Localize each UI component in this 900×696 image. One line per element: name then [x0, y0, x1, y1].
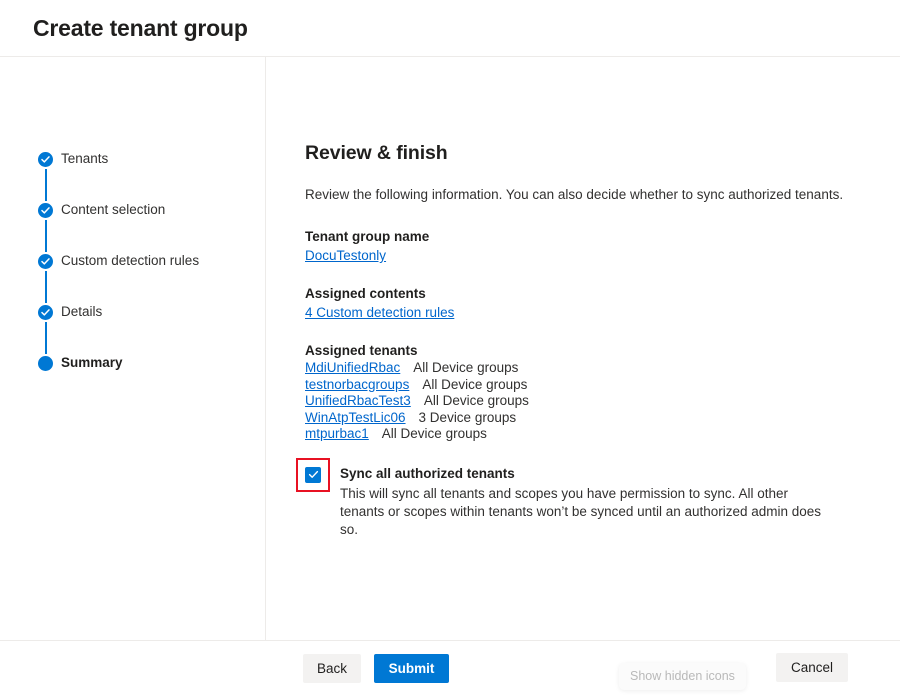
wizard-footer: Back Submit Cancel [0, 641, 900, 695]
tenant-list-item: UnifiedRbacTest3 All Device groups [305, 393, 900, 410]
stepper-label: Tenants [61, 151, 109, 166]
cancel-button[interactable]: Cancel [776, 653, 848, 682]
tenant-list-item: MdiUnifiedRbac All Device groups [305, 360, 900, 377]
tenant-scope: All Device groups [422, 376, 528, 392]
tenant-list-item: mtpurbac1 All Device groups [305, 426, 900, 443]
current-step-dot-icon [38, 356, 53, 371]
assigned-contents-link[interactable]: 4 Custom detection rules [305, 303, 454, 322]
show-hidden-icons-tooltip: Show hidden icons [619, 663, 746, 690]
content-intro: Review the following information. You ca… [305, 187, 844, 202]
field-label: Assigned contents [305, 286, 426, 301]
tenant-scope: All Device groups [423, 393, 529, 408]
stepper-connector [45, 322, 47, 354]
field-tenant-group-name: Tenant group name DocuTestonly [305, 227, 900, 265]
wizard-header: Create tenant group [0, 0, 900, 57]
tenant-list: MdiUnifiedRbac All Device groups testnorb… [305, 360, 900, 443]
tenant-name-link[interactable]: mtpurbac1 [305, 426, 369, 441]
field-label: Tenant group name [305, 229, 430, 244]
stepper-label: Summary [61, 355, 123, 370]
tenant-scope: All Device groups [381, 426, 487, 441]
check-circle-icon [38, 203, 53, 218]
tenant-scope: 3 Device groups [418, 409, 517, 425]
check-circle-icon [38, 152, 53, 167]
stepper-item-content-selection[interactable]: Content selection [0, 200, 265, 252]
submit-button[interactable]: Submit [374, 653, 449, 683]
tenant-scope: All Device groups [413, 360, 519, 375]
page-title: Create tenant group [33, 14, 248, 41]
tenant-group-name-link[interactable]: DocuTestonly [305, 246, 386, 265]
stepper-label: Details [61, 304, 103, 319]
sync-option-description: This will sync all tenants and scopes yo… [340, 485, 822, 537]
stepper-label: Custom detection rules [61, 253, 200, 268]
tenant-list-item: WinAtpTestLic06 3 Device groups [305, 410, 900, 427]
stepper-item-details[interactable]: Details [0, 302, 265, 354]
stepper-connector [45, 271, 47, 303]
stepper-connector [45, 169, 47, 201]
tenant-name-link[interactable]: MdiUnifiedRbac [305, 360, 400, 375]
tenant-list-item: testnorbacgroups All Device groups [305, 377, 900, 394]
stepper-item-tenants[interactable]: Tenants [0, 149, 265, 201]
stepper-connector [45, 220, 47, 252]
field-assigned-tenants: Assigned tenants MdiUnifiedRbac All Devic… [305, 341, 900, 443]
check-circle-icon [38, 305, 53, 320]
content-pane: Review & finish Review the following inf… [266, 57, 900, 640]
tenant-name-link[interactable]: testnorbacgroups [305, 377, 409, 392]
checkbox-wrapper [296, 457, 330, 492]
wizard-stepper: Tenants Content selection Custom detecti… [0, 57, 266, 640]
back-button[interactable]: Back [303, 653, 361, 683]
stepper-item-summary[interactable]: Summary [0, 353, 265, 404]
wizard-body: Tenants Content selection Custom detecti… [0, 57, 900, 641]
sync-all-authorized-tenants-checkbox[interactable] [305, 466, 321, 483]
tenant-name-link[interactable]: WinAtpTestLic06 [305, 410, 406, 425]
field-label: Assigned tenants [305, 343, 418, 358]
sync-all-authorized-tenants-option: Sync all authorized tenants This will sy… [296, 457, 900, 539]
stepper-label: Content selection [61, 202, 166, 217]
content-title: Review & finish [305, 142, 448, 164]
check-circle-icon [38, 254, 53, 269]
checkmark-icon [308, 470, 318, 478]
field-assigned-contents: Assigned contents 4 Custom detection rul… [305, 284, 900, 322]
stepper-item-custom-detection-rules[interactable]: Custom detection rules [0, 251, 265, 303]
sync-option-title: Sync all authorized tenants [340, 465, 515, 481]
tenant-name-link[interactable]: UnifiedRbacTest3 [305, 393, 411, 408]
sync-option-texts: Sync all authorized tenants This will sy… [340, 465, 832, 539]
